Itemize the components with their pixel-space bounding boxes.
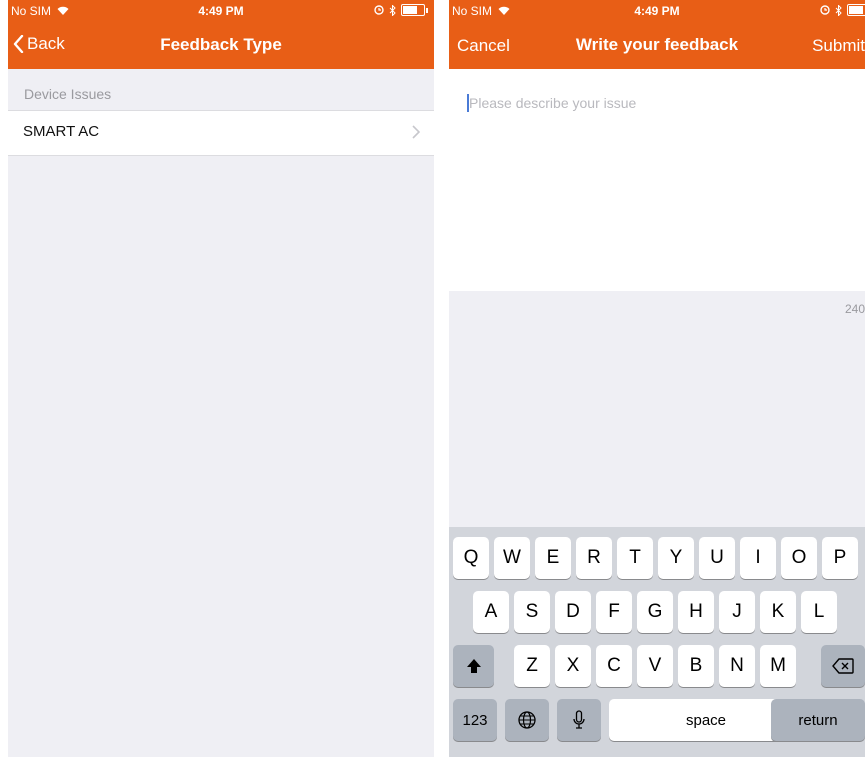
key-j[interactable]: J	[719, 591, 755, 633]
shift-key[interactable]	[453, 645, 494, 687]
key-m[interactable]: M	[760, 645, 796, 687]
key-h[interactable]: H	[678, 591, 714, 633]
counter-area: 240	[449, 291, 865, 527]
status-icons	[374, 4, 428, 16]
key-o[interactable]: O	[781, 537, 817, 579]
globe-key[interactable]	[505, 699, 549, 741]
page-title: Feedback Type	[160, 35, 282, 54]
bluetooth-icon	[389, 4, 396, 16]
key-c[interactable]: C	[596, 645, 632, 687]
key-f[interactable]: F	[596, 591, 632, 633]
key-l[interactable]: L	[801, 591, 837, 633]
list-item-smart-ac[interactable]: SMART AC	[8, 110, 434, 156]
key-t[interactable]: T	[617, 537, 653, 579]
dictation-key[interactable]	[557, 699, 601, 741]
alarm-icon	[374, 5, 384, 15]
key-i[interactable]: I	[740, 537, 776, 579]
shift-icon	[466, 659, 481, 673]
status-time: 4:49 PM	[634, 4, 680, 18]
return-key[interactable]: return	[771, 699, 865, 741]
key-q[interactable]: Q	[453, 537, 489, 579]
key-r[interactable]: R	[576, 537, 612, 579]
nav-bar: Cancel Write your feedback Submit	[449, 22, 865, 69]
key-k[interactable]: K	[760, 591, 796, 633]
chevron-right-icon	[412, 125, 420, 139]
feedback-type-screen: No SIM 4:49 PM Back Feedback Type Device…	[8, 0, 434, 757]
key-w[interactable]: W	[494, 537, 530, 579]
delete-key[interactable]	[821, 645, 865, 687]
status-icons	[820, 4, 865, 16]
key-v[interactable]: V	[637, 645, 673, 687]
list-item-label: SMART AC	[23, 123, 100, 140]
status-time: 4:49 PM	[198, 4, 244, 18]
write-feedback-screen: No SIM 4:49 PM Cancel Write your feedbac…	[449, 0, 865, 757]
bluetooth-icon	[835, 4, 842, 16]
delete-icon	[832, 658, 854, 674]
key-n[interactable]: N	[719, 645, 755, 687]
status-bar: No SIM 4:49 PM	[449, 0, 865, 22]
header: No SIM 4:49 PM Back Feedback Type	[8, 0, 434, 69]
character-counter: 240	[844, 302, 865, 316]
status-bar: No SIM 4:49 PM	[8, 0, 434, 22]
key-s[interactable]: S	[514, 591, 550, 633]
key-p[interactable]: P	[822, 537, 858, 579]
key-z[interactable]: Z	[514, 645, 550, 687]
page-title: Write your feedback	[575, 35, 739, 54]
key-a[interactable]: A	[473, 591, 509, 633]
numbers-key[interactable]: 123	[453, 699, 497, 741]
battery-cap	[426, 7, 428, 13]
keyboard: Q W E R T Y U I O P A S D F G H J K L Z …	[449, 527, 865, 757]
key-g[interactable]: G	[637, 591, 673, 633]
submit-button[interactable]: Submit	[812, 36, 865, 56]
key-d[interactable]: D	[555, 591, 591, 633]
feedback-textarea[interactable]: Please describe your issue	[449, 69, 865, 291]
key-b[interactable]: B	[678, 645, 714, 687]
key-e[interactable]: E	[535, 537, 571, 579]
feedback-placeholder: Please describe your issue	[469, 95, 637, 111]
key-u[interactable]: U	[699, 537, 735, 579]
microphone-icon	[573, 710, 585, 729]
section-header: Device Issues	[24, 86, 112, 102]
battery-icon	[401, 4, 425, 16]
battery-icon	[847, 4, 865, 16]
nav-bar: Back Feedback Type	[8, 22, 434, 69]
alarm-icon	[820, 5, 830, 15]
globe-icon	[518, 711, 536, 729]
key-x[interactable]: X	[555, 645, 591, 687]
key-y[interactable]: Y	[658, 537, 694, 579]
header: No SIM 4:49 PM Cancel Write your feedbac…	[449, 0, 865, 69]
